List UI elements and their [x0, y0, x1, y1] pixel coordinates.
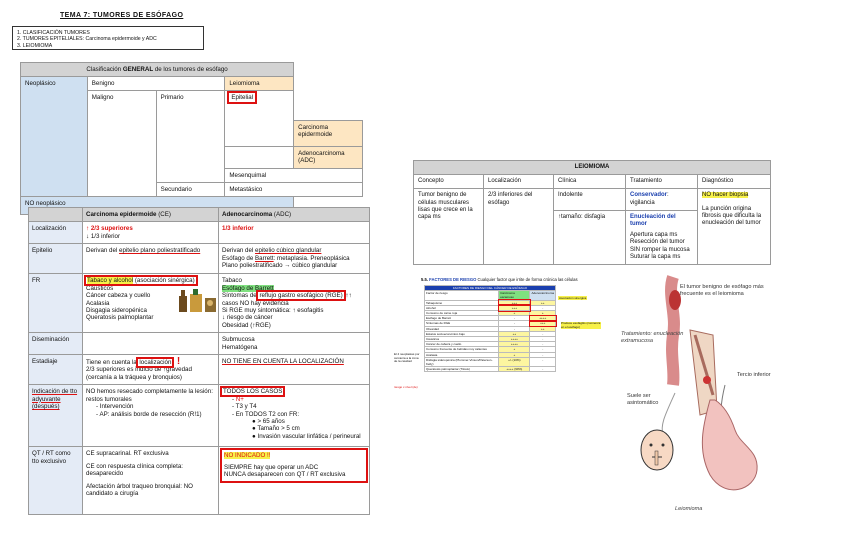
tratamiento-cell: Conservador: vigilancia [625, 188, 698, 211]
figure-note: Asociación sinergica [558, 296, 588, 300]
figure-side-note: El 4 neoplasias por cercanía a la zona d… [394, 352, 420, 364]
row-label: Localización [28, 221, 83, 245]
concepto-cell: Tumor benigno de células musculares lisa… [413, 188, 484, 266]
neoplasico-cell: Neoplásico [20, 76, 88, 197]
risk-factors-figure: 5.5. FACTORES DE RIESGO Cualquier factor… [394, 277, 603, 389]
secundario-cell: Secundario [155, 182, 226, 197]
adc-localizacion: 1/3 inferior [218, 221, 370, 245]
general-table-title: Clasificación GENERAL de los tumores de … [19, 62, 295, 77]
esophagus-illustration: El tumor benigno de esófago más frecuent… [615, 275, 775, 512]
adc-estadiaje: NO TIENE EN CUENTA LA LOCALIZACIÓN [218, 354, 370, 386]
ce-epitelio: Derivan del epitelio plano poliestratifi… [82, 243, 219, 275]
carcinoma-cell: Carcinoma epidermoide [293, 120, 363, 147]
risk-factor-cell: - [529, 366, 556, 373]
mesenquimal-cell: Mesenquimal [224, 168, 363, 183]
col-header: Clínica [553, 174, 626, 190]
leiomioma-cell: Leiomioma [224, 76, 295, 91]
tratamiento-cell: Enucleación del tumor Apertura capa ms Res… [625, 209, 698, 266]
row-label: Epitelio [28, 243, 83, 275]
exclamation-icon: ! [174, 356, 181, 368]
adc-header: Adenocarcinoma (ADC) [218, 206, 370, 223]
illustration-caption: Tercio inferior [737, 372, 771, 378]
risk-factor-cell: - [529, 356, 556, 368]
general-classification-table: Clasificación GENERAL de los tumores de … [19, 62, 363, 215]
metastasico-cell: Metastásico [224, 182, 363, 197]
row-label: Estadiaje [28, 354, 83, 386]
row-label: QT / RT como tto exclusivo [28, 446, 83, 516]
diagnostico-cell: NO hacer biopsia La punción origina fibro… [697, 188, 771, 266]
alcohol-tobacco-icon [179, 289, 216, 313]
risk-factor-cell: ++++ (90%) [498, 366, 531, 373]
localizacion-cell: 2/3 inferiores del esófago [483, 188, 554, 266]
risk-factor-row: Queratosis palmoplantar (Tilosis) ++++ (9… [423, 366, 556, 373]
col-header: Localización [483, 174, 554, 190]
col-header: Diagnóstico [697, 174, 771, 190]
ce-localizacion: ↑ 2/3 superiores ↓ 1/3 inferior [82, 221, 219, 245]
page-title: TEMA 7: TUMORES DE ESÓFAGO [60, 12, 184, 19]
illustration-caption: Tratamiento: enucleación extramucosa [621, 331, 684, 344]
risk-factor-row: Disfagia sideropénica (Plummer-Vinson/Pa… [423, 356, 556, 368]
ce-diseminacion [82, 332, 219, 356]
col-header: Tratamiento [625, 174, 698, 190]
ce-adc-comparison-table: Carcinoma epidermoide (CE) Adenocarcinom… [28, 206, 370, 516]
risk-factors-mini-table: FACTORES DE RIESGO DEL CÁNCER DE ESÓFAGO… [423, 284, 557, 373]
adc-indicacion: TODOS LOS CASOS - N+ - T3 y T4- En TODOS T… [218, 384, 370, 448]
leiomioma-title: LEIOMIOMA [413, 159, 771, 176]
empty-header [28, 206, 83, 223]
figure-side-note: riesgo x nivel (de) [394, 385, 418, 389]
adc-diseminacion: Submucosa Hematógena [218, 332, 370, 356]
figure-header: 5.5. FACTORES DE RIESGO Cualquier factor… [421, 277, 578, 282]
adc-fr: Tabaco Esófago de Barrett Síntomas de re… [218, 273, 370, 334]
illustration-caption: El tumor benigno de esófago más frecuent… [680, 284, 764, 297]
maligno-cell: Maligno [86, 90, 157, 197]
ce-header: Carcinoma epidermoide (CE) [82, 206, 219, 223]
row-label: Indicación de tto adyuvante (después) [28, 384, 83, 448]
risk-factor-cell: Queratosis palmoplantar (Tilosis) [423, 366, 500, 373]
adc-epitelio: Derivan del epitelio cúbico glandular Esó… [218, 243, 370, 275]
risk-factor-cell: +/- (10%) [498, 356, 531, 368]
clinica-cell: Indolente [553, 188, 626, 211]
table-of-contents: 1. CLASIFICACIÓN TUMORES 2. TUMORES EPIT… [12, 26, 204, 50]
adc-qt: NO INDICADO !! SIEMPRE hay que operar un … [218, 446, 370, 516]
adc-cell: Adenocarcinoma (ADC) [293, 146, 363, 169]
ce-estadiaje: Tiene en cuenta la localización: ! 2/3 su… [82, 354, 219, 386]
epitelial-highlight: Epitelial [227, 91, 258, 104]
benigno-cell: Benigno [86, 76, 226, 91]
leiomioma-table: LEIOMIOMA Concepto Localización Clínica … [413, 159, 771, 266]
ce-fr: Tabaco y alcohol (asociación sinérgica) … [82, 273, 219, 334]
row-label: FR [28, 273, 83, 334]
col-header: Concepto [413, 174, 484, 190]
clinica-cell: ↑tamaño: disfagia [553, 209, 626, 266]
ce-indicacion: NO hemos resecado completamente la lesió… [82, 384, 219, 448]
row-label: Diseminación [28, 332, 83, 356]
ce-qt: CE supracarinal. RT exclusiva CE con resp… [82, 446, 219, 516]
figure-note: Produce esofagitis (comienza en el esófa… [561, 321, 601, 330]
illustration-caption: Suele ser asintomático [627, 393, 659, 406]
toc-item: 3. LEIOMIOMA [17, 42, 53, 49]
epitelial-cell: Epitelial [224, 90, 295, 147]
primario-cell: Primario [155, 90, 226, 183]
illustration-caption: Leiomioma [675, 506, 703, 512]
risk-factor-cell: Disfagia sideropénica (Plummer-Vinson/Pa… [423, 356, 500, 368]
